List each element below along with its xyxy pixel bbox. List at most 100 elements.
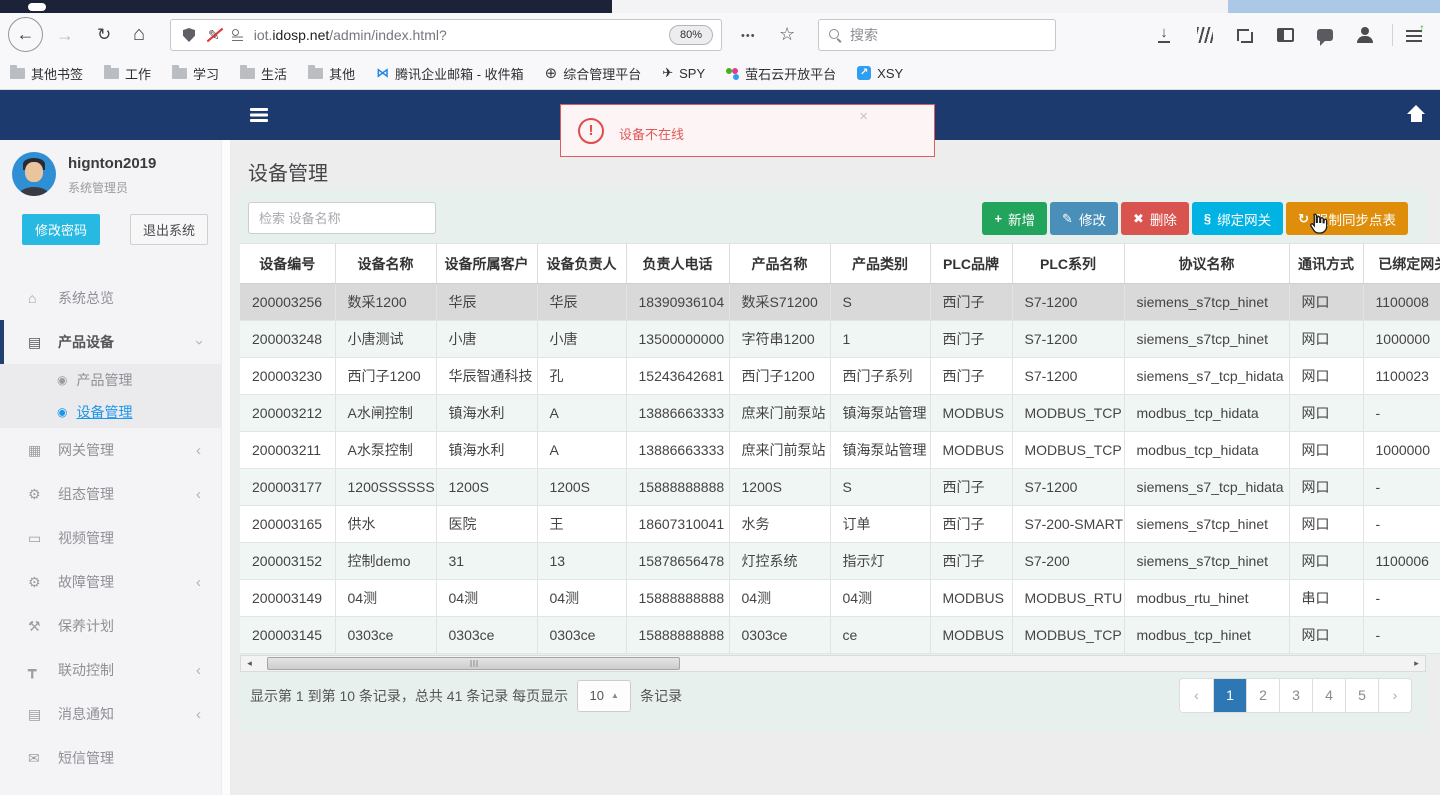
bookmark-item[interactable]: 生活: [240, 64, 287, 83]
table-cell: 1200S: [537, 468, 627, 506]
back-button[interactable]: ←: [8, 17, 43, 52]
bookmark-star-icon[interactable]: ☆: [779, 24, 795, 45]
globe-icon: ⊕: [544, 65, 558, 82]
active-tab-strip[interactable]: [0, 0, 612, 13]
screenshot-icon[interactable]: [1237, 27, 1253, 43]
table-row[interactable]: 200003230 西门子1200 华辰智通科技孔 15243642681 西门子120…: [240, 357, 1440, 395]
browser-search-bar[interactable]: [818, 19, 1056, 51]
sidebar-toggle-icon[interactable]: [1277, 28, 1294, 42]
column-header[interactable]: 设备负责人: [537, 243, 627, 284]
bookmark-item[interactable]: ⋈ 腾讯企业邮箱 - 收件箱: [376, 64, 524, 83]
alert-close-icon[interactable]: ×: [859, 108, 868, 125]
column-header[interactable]: 产品类别: [830, 243, 931, 284]
sidebar-subitem[interactable]: ◉ 设备管理: [0, 396, 221, 428]
force-sync-button[interactable]: ↻ 强制同步点表: [1286, 202, 1408, 235]
permissions-icon[interactable]: [231, 29, 244, 41]
column-header[interactable]: 通讯方式: [1289, 243, 1364, 284]
downloads-icon[interactable]: ↓: [1157, 25, 1171, 43]
page-button[interactable]: 5: [1345, 679, 1378, 712]
bookmark-item[interactable]: ↗ XSY: [857, 66, 903, 81]
page-button[interactable]: 1: [1213, 679, 1246, 712]
table-row[interactable]: 200003212 A水闸控制 镇海水利 A 13886663333 庶来门前泵站 镇海泵站…: [240, 394, 1440, 432]
column-header[interactable]: PLC系列: [1012, 243, 1125, 284]
delete-button[interactable]: ✖ 删除: [1120, 202, 1189, 235]
bookmark-item[interactable]: 工作: [104, 64, 151, 83]
page-prev-button[interactable]: ‹: [1180, 679, 1213, 712]
reload-button[interactable]: ↻: [97, 25, 111, 45]
page-next-button[interactable]: ›: [1378, 679, 1411, 712]
column-header[interactable]: 已绑定网关: [1363, 243, 1440, 284]
shield-icon[interactable]: [183, 28, 195, 42]
column-header[interactable]: 设备所属客户: [436, 243, 538, 284]
page-button[interactable]: 4: [1312, 679, 1345, 712]
forward-button[interactable]: →: [56, 25, 74, 46]
page-button[interactable]: 2: [1246, 679, 1279, 712]
table-row[interactable]: 200003248 小唐测试 小唐 小唐 13500000000 字符串1200 1 西门子 S…: [240, 320, 1440, 358]
table-cell: MODBUS: [930, 431, 1013, 469]
table-row[interactable]: 200003145 0303ce 0303ce 0303ce 15888888888 03…: [240, 616, 1440, 654]
page-button[interactable]: 3: [1279, 679, 1312, 712]
browser-home-button[interactable]: ⌂: [133, 23, 145, 46]
column-header[interactable]: 协议名称: [1124, 243, 1290, 284]
hscroll-thumb[interactable]: [267, 657, 680, 670]
hscroll-right-arrow[interactable]: ▸: [1409, 656, 1424, 671]
sidebar-item[interactable]: ┳ 联动控制 ‹: [0, 648, 221, 692]
app-home-icon[interactable]: [1406, 105, 1426, 123]
page-size-select[interactable]: 10 ▲: [577, 679, 632, 712]
column-header[interactable]: 负责人电话: [626, 243, 730, 284]
page-actions-icon[interactable]: •••: [741, 30, 756, 42]
bookmark-item[interactable]: ⊕ 综合管理平台: [545, 64, 642, 83]
logout-button[interactable]: 退出系统: [130, 214, 208, 245]
browser-search-input[interactable]: [850, 27, 1030, 43]
hscroll-track[interactable]: ◂ ▸: [240, 655, 1426, 672]
tab-strip-highlight: [1228, 0, 1440, 13]
messages-icon[interactable]: [1317, 29, 1333, 46]
zoom-level-badge[interactable]: 80%: [668, 25, 713, 45]
column-header[interactable]: 设备名称: [335, 243, 437, 284]
sidebar-item[interactable]: ⚙ 故障管理 ‹: [0, 560, 221, 604]
table-cell: siemens_s7tcp_hinet: [1124, 505, 1290, 543]
table-cell: 200003211: [240, 431, 336, 469]
bookmark-item[interactable]: ✈ SPY: [662, 65, 705, 81]
sidebar-item[interactable]: ▤ 消息通知 ‹: [0, 692, 221, 736]
sidebar-item[interactable]: ▭ 视频管理: [0, 516, 221, 560]
table-row[interactable]: 200003211 A水泵控制 镇海水利 A 13886663333 庶来门前泵站 镇海泵站…: [240, 431, 1440, 469]
sidebar-item[interactable]: ⌂ 系统总览: [0, 276, 221, 320]
table-row[interactable]: 200003152 控制demo 31 13 15878656478 灯控系统 指示灯 西门子…: [240, 542, 1440, 580]
url-bar[interactable]: ✎ iot.idosp.net/admin/index.html? 80%: [170, 19, 722, 51]
sidebar-item[interactable]: ✉ 短信管理: [0, 736, 221, 780]
bind-gateway-button[interactable]: § 绑定网关: [1191, 202, 1284, 235]
sidebar-subitem[interactable]: ◉ 产品管理: [0, 364, 221, 396]
library-icon[interactable]: [1197, 27, 1213, 43]
column-header[interactable]: 产品名称: [729, 243, 831, 284]
table-row[interactable]: 200003149 04测 04测 04测 15888888888 04测 04测 MODBU…: [240, 579, 1440, 617]
table-cell: 网口: [1289, 357, 1364, 395]
table-cell: 小唐测试: [335, 320, 437, 358]
hscroll-left-arrow[interactable]: ◂: [242, 656, 257, 671]
bookmark-item[interactable]: 其他书签: [10, 64, 83, 83]
table-cell: siemens_s7tcp_hinet: [1124, 320, 1290, 358]
edit-button[interactable]: ✎ 修改: [1050, 202, 1118, 235]
table-row[interactable]: 200003165 供水 医院王 18607310041 水务 订单 西门子 S7-200-S…: [240, 505, 1440, 543]
column-header[interactable]: PLC品牌: [930, 243, 1013, 284]
bookmark-item[interactable]: 其他: [308, 64, 355, 83]
sidebar-item[interactable]: ⚙ 组态管理 ‹: [0, 472, 221, 516]
sidebar-collapse-icon[interactable]: [250, 108, 268, 122]
bookmark-item[interactable]: 学习: [172, 64, 219, 83]
table-cell: -: [1363, 579, 1440, 617]
table-row[interactable]: 200003256 数采1200 华辰 华辰 18390936104 数采S71200 S 西…: [240, 283, 1440, 321]
table-cell: 15878656478: [626, 542, 730, 580]
bookmark-item[interactable]: 萤石云开放平台: [726, 64, 836, 83]
change-password-button[interactable]: 修改密码: [22, 214, 100, 245]
blocked-content-icon[interactable]: ✎: [208, 27, 220, 44]
add-button[interactable]: + 新增: [982, 202, 1048, 235]
table-cell: 供水: [335, 505, 437, 543]
sidebar-item[interactable]: ▤ 产品设备 ‹: [0, 320, 221, 364]
sidebar-item[interactable]: ⚒ 保养计划: [0, 604, 221, 648]
table-row[interactable]: 200003177 1200SSSSSS 1200S 1200S 15888888888…: [240, 468, 1440, 506]
account-icon[interactable]: [1357, 27, 1373, 43]
avatar[interactable]: [12, 152, 56, 196]
sidebar-item[interactable]: ▦ 网关管理 ‹: [0, 428, 221, 472]
column-header[interactable]: 设备编号: [240, 243, 336, 284]
device-search-input[interactable]: [248, 202, 436, 234]
